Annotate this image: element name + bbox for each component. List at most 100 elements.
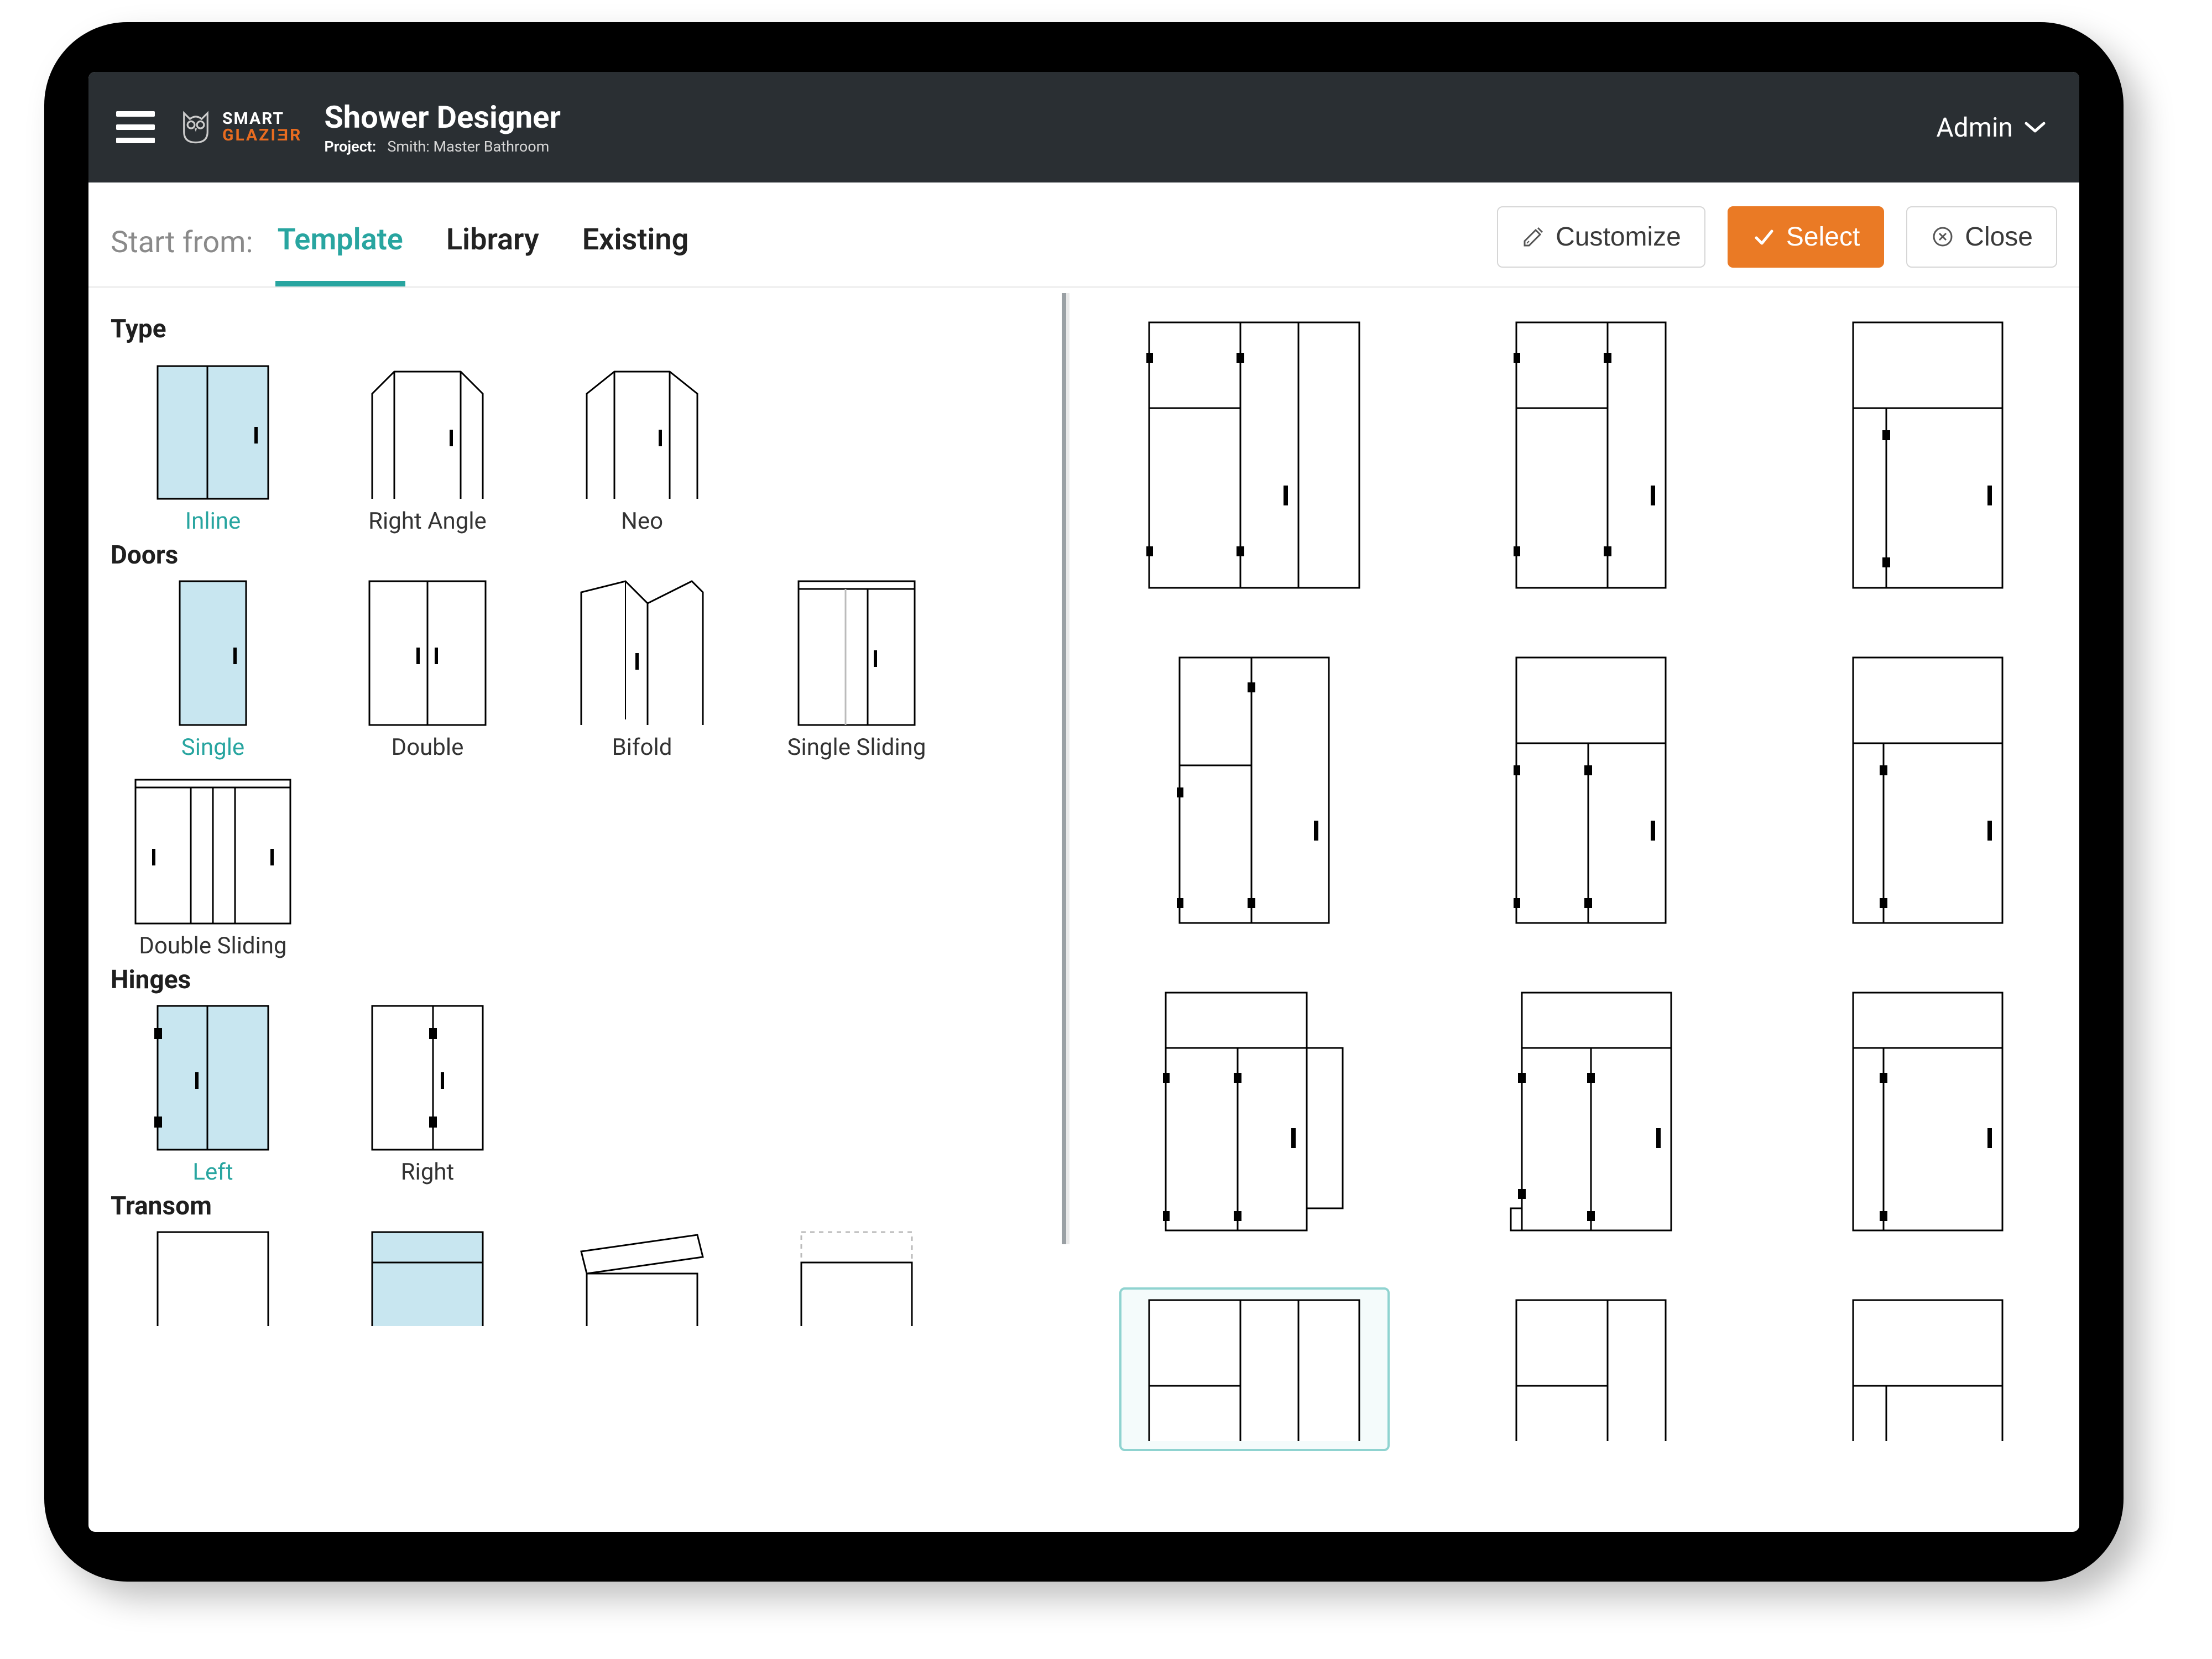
project-name: Smith: Master Bathroom <box>387 138 549 155</box>
type-neo-label: Neo <box>621 508 663 535</box>
doors-option-bifold[interactable]: Bifold <box>540 572 744 761</box>
transom-rect-icon <box>361 1227 494 1326</box>
hinges-option-left[interactable]: Left <box>111 997 315 1186</box>
single-sliding-icon <box>793 576 920 731</box>
preview-thumb-icon <box>1146 320 1362 591</box>
transom-dashed-icon <box>790 1227 923 1326</box>
preview-thumb-icon <box>1850 320 2005 591</box>
transom-option-2[interactable] <box>325 1223 530 1326</box>
brand-text-top: SMART <box>222 111 302 127</box>
doors-double-label: Double <box>392 734 464 761</box>
close-circle-icon <box>1931 225 1955 249</box>
admin-label: Admin <box>1936 112 2013 143</box>
doors-option-double[interactable]: Double <box>325 572 530 761</box>
type-option-inline[interactable]: Inline <box>111 346 315 535</box>
preview-card-9[interactable] <box>1792 980 2063 1243</box>
admin-menu[interactable]: Admin <box>1936 112 2052 143</box>
preview-thumb-icon <box>1163 990 1345 1233</box>
double-door-icon <box>364 576 491 731</box>
transom-option-4[interactable] <box>754 1223 959 1326</box>
close-button[interactable]: Close <box>1906 206 2057 268</box>
preview-grid <box>1119 310 2063 1451</box>
preview-card-12[interactable] <box>1792 1287 2063 1451</box>
tab-existing[interactable]: Existing <box>580 198 691 286</box>
transom-heading: Transom <box>111 1191 1051 1221</box>
transom-none-icon <box>147 1227 279 1326</box>
preview-card-4[interactable] <box>1119 645 1390 936</box>
right-angle-icon <box>356 361 499 504</box>
transom-angled-icon <box>570 1227 714 1326</box>
preview-card-5[interactable] <box>1456 645 1726 936</box>
preview-card-1[interactable] <box>1119 310 1390 601</box>
hinges-heading: Hinges <box>111 965 1051 995</box>
start-tabs: Template Library Existing <box>275 198 691 286</box>
transom-option-3[interactable] <box>540 1223 744 1326</box>
start-from-label: Start from: <box>111 225 253 260</box>
hinge-left-icon <box>152 1000 274 1155</box>
select-label: Select <box>1786 222 1860 252</box>
type-row: Inline Right Angle <box>111 346 1051 535</box>
chevron-down-icon <box>2024 120 2046 134</box>
doors-heading: Doors <box>111 540 1051 570</box>
preview-thumb-icon <box>1514 1297 1668 1441</box>
preview-thumb-icon <box>1508 990 1674 1233</box>
type-option-neo[interactable]: Neo <box>540 346 744 535</box>
doors-single-sliding-label: Single Sliding <box>787 734 926 761</box>
select-button[interactable]: Select <box>1728 206 1884 268</box>
options-pane: Type Inline <box>88 288 1062 1532</box>
preview-card-3[interactable] <box>1792 310 2063 601</box>
type-inline-label: Inline <box>185 508 241 535</box>
project-line: Project: Smith: Master Bathroom <box>324 138 561 155</box>
preview-card-10[interactable] <box>1119 1287 1390 1451</box>
content-area: Type Inline <box>88 288 2079 1532</box>
hinge-right-icon <box>367 1000 488 1155</box>
preview-thumb-icon <box>1146 1297 1362 1441</box>
transom-option-1[interactable] <box>111 1223 315 1326</box>
neo-icon <box>570 361 714 504</box>
preview-thumb-icon <box>1514 320 1668 591</box>
preview-thumb-icon <box>1850 655 2005 926</box>
doors-option-single[interactable]: Single <box>111 572 315 761</box>
preview-thumb-icon <box>1177 655 1332 926</box>
page-title: Shower Designer <box>324 99 561 135</box>
hinges-row: Left Right <box>111 997 1051 1186</box>
tablet-frame: SMART GLAZIƎR Shower Designer Project: S… <box>44 22 2124 1582</box>
bifold-door-icon <box>570 576 714 731</box>
type-heading: Type <box>111 314 1051 344</box>
preview-card-8[interactable] <box>1456 980 1726 1243</box>
doors-double-sliding-label: Double Sliding <box>139 932 286 959</box>
preview-card-6[interactable] <box>1792 645 2063 936</box>
preview-card-11[interactable] <box>1456 1287 1726 1451</box>
hinges-option-right[interactable]: Right <box>325 997 530 1186</box>
preview-thumb-icon <box>1850 990 2005 1233</box>
preview-card-2[interactable] <box>1456 310 1726 601</box>
doors-row: Single Double <box>111 572 1051 959</box>
preview-card-7[interactable] <box>1119 980 1390 1243</box>
type-option-right-angle[interactable]: Right Angle <box>325 346 530 535</box>
customize-button[interactable]: Customize <box>1497 206 1705 268</box>
inline-icon <box>152 361 274 504</box>
customize-label: Customize <box>1556 222 1681 252</box>
owl-icon <box>177 108 215 146</box>
pane-divider[interactable] <box>1062 293 1070 1244</box>
preview-pane <box>1070 288 2079 1532</box>
type-right-angle-label: Right Angle <box>368 508 487 535</box>
double-sliding-icon <box>130 774 296 929</box>
brand-logo: SMART GLAZIƎR <box>177 108 302 146</box>
tab-library[interactable]: Library <box>444 198 541 286</box>
tab-template[interactable]: Template <box>275 198 405 286</box>
toolbar: Start from: Template Library Existing Cu… <box>88 182 2079 288</box>
brand-text-bottom: GLAZIƎR <box>222 127 302 144</box>
doors-bifold-label: Bifold <box>612 734 672 761</box>
doors-option-double-sliding[interactable]: Double Sliding <box>111 771 315 959</box>
hamburger-menu-button[interactable] <box>116 111 155 143</box>
check-icon <box>1752 225 1776 249</box>
hinges-left-label: Left <box>192 1159 233 1186</box>
project-label: Project: <box>324 138 376 155</box>
transom-row <box>111 1223 1051 1326</box>
single-door-icon <box>171 576 254 731</box>
hinges-right-label: Right <box>401 1159 455 1186</box>
pencil-ruler-icon <box>1521 225 1546 249</box>
doors-option-single-sliding[interactable]: Single Sliding <box>754 572 959 761</box>
preview-thumb-icon <box>1514 655 1668 926</box>
